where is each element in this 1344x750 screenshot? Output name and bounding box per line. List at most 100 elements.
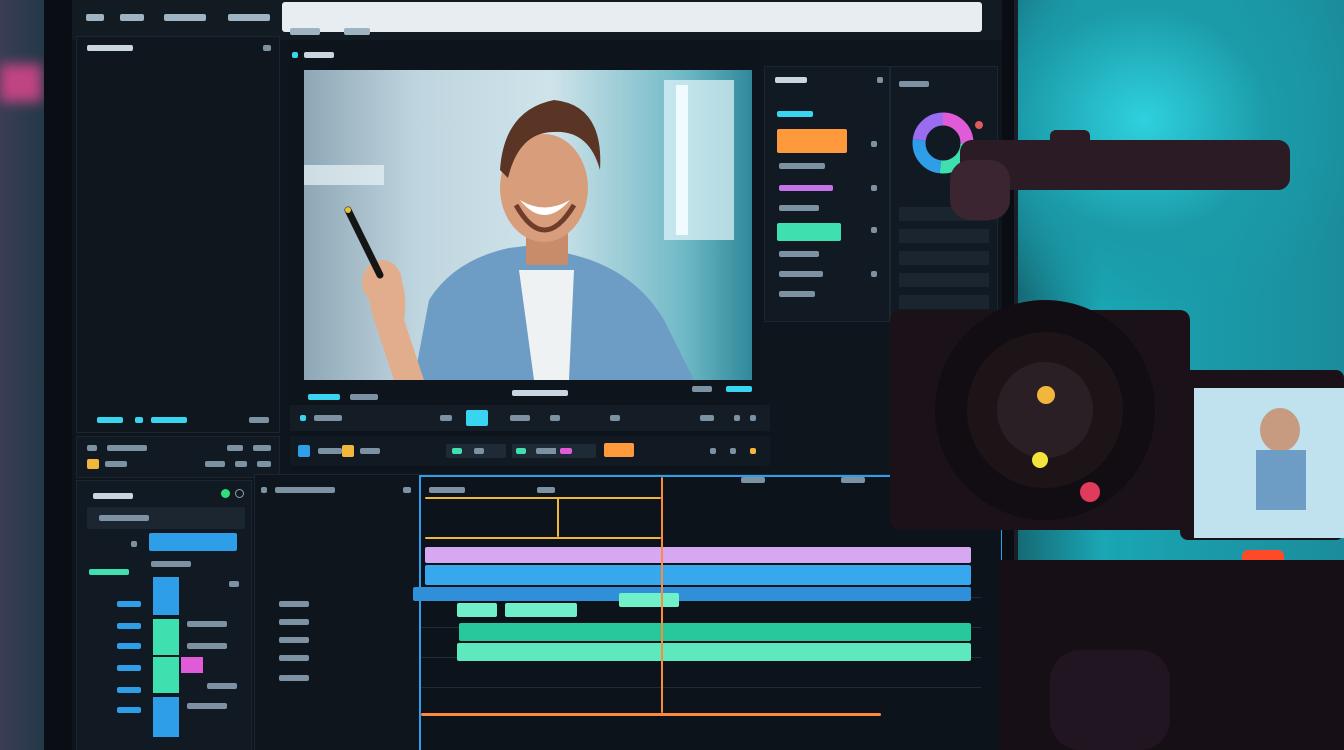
clip-swatch-green-1[interactable] (153, 619, 179, 655)
next-button[interactable] (510, 415, 530, 421)
ruler-label-1 (429, 487, 465, 493)
effect-item-7[interactable] (779, 271, 823, 277)
video-preview[interactable] (304, 70, 752, 380)
row-label-3 (117, 643, 141, 649)
search-field[interactable] (87, 507, 245, 529)
row-value-1 (187, 621, 227, 627)
effect-toggle-2[interactable] (871, 185, 877, 191)
person-figure (344, 100, 694, 380)
effect-item-6[interactable] (779, 251, 819, 257)
row-value-2 (187, 643, 227, 649)
panel-menu-icon[interactable] (263, 45, 271, 51)
effect-toggle-4[interactable] (871, 271, 877, 277)
effects-value-c (257, 461, 271, 467)
clip-swatch-blue[interactable] (153, 577, 179, 615)
inspector-row-label (89, 569, 129, 575)
timeline-icon[interactable] (261, 487, 267, 493)
effect-toggle-1[interactable] (871, 141, 877, 147)
tool-marker[interactable] (604, 443, 634, 457)
more-button[interactable] (750, 415, 756, 421)
pink-light-glow (0, 64, 42, 102)
loop-button[interactable] (550, 415, 560, 421)
tool-select[interactable] (298, 445, 310, 457)
row-value-4 (187, 703, 227, 709)
row-value-3 (207, 683, 237, 689)
tool-x[interactable] (710, 448, 716, 454)
effects-category (777, 111, 813, 117)
color-panel-title (899, 81, 929, 87)
viewer-icon (292, 52, 298, 58)
effects-btn-a[interactable] (227, 445, 243, 451)
effects-label (105, 461, 127, 467)
tool-z[interactable] (750, 448, 756, 454)
playhead[interactable] (661, 477, 663, 713)
effects-list-menu[interactable] (877, 77, 883, 83)
left-label-text-b (135, 417, 143, 423)
media-bin-title (87, 45, 133, 51)
color-indicator (975, 121, 983, 129)
effects-btn-b[interactable] (253, 445, 271, 451)
transport-bar (290, 405, 770, 431)
menu-item-4[interactable] (228, 10, 270, 24)
effects-title (107, 445, 147, 451)
tool-group-3[interactable] (556, 444, 596, 458)
tool-y[interactable] (730, 448, 736, 454)
menu-item-3[interactable] (164, 10, 206, 24)
effect-item-4[interactable] (779, 205, 819, 211)
effect-item-8[interactable] (779, 291, 815, 297)
effect-item-3[interactable] (779, 185, 833, 191)
effect-item-green[interactable] (777, 223, 841, 241)
effect-item-2[interactable] (779, 163, 825, 169)
fullscreen-button[interactable] (734, 415, 740, 421)
status-dot-icon (221, 489, 230, 498)
row-label-2 (117, 623, 141, 629)
clip-swatch-magenta[interactable] (181, 657, 203, 673)
settings-icon[interactable] (235, 489, 244, 498)
work-area-bar[interactable] (421, 713, 881, 716)
snap-icon[interactable] (300, 415, 306, 421)
menu-item-6[interactable] (344, 24, 370, 38)
mark-button[interactable] (610, 415, 620, 421)
tool-group-1[interactable] (446, 444, 506, 458)
track-label-1 (279, 601, 309, 607)
inspector-panel (76, 480, 252, 750)
left-label-meta (249, 417, 269, 423)
apply-button[interactable] (149, 533, 237, 551)
clip-green-1[interactable] (457, 603, 497, 617)
track-label-3 (279, 637, 309, 643)
marker-range-mid[interactable] (557, 497, 559, 537)
clip-swatch-green-2[interactable] (153, 657, 179, 693)
timecode-left (308, 394, 340, 400)
timeline-title (275, 487, 335, 493)
menu-item-5[interactable] (290, 24, 320, 38)
effect-item-orange[interactable] (777, 129, 847, 153)
timeline-menu[interactable] (403, 487, 411, 493)
volume-button[interactable] (700, 415, 714, 421)
marker-range-top[interactable] (425, 497, 661, 499)
expand-icon (131, 541, 137, 547)
marker-range-bottom[interactable] (425, 537, 661, 539)
effect-toggle-3[interactable] (871, 227, 877, 233)
tool-group-2-b (536, 448, 558, 454)
tool-select-label (318, 448, 342, 454)
menu-item-2[interactable] (120, 10, 144, 24)
row-label-1 (117, 601, 141, 607)
effects-list-title (775, 77, 807, 83)
play-button[interactable] (466, 410, 488, 426)
tool-blade[interactable] (342, 445, 354, 457)
timecode-right (692, 386, 712, 392)
menu-item-1[interactable] (86, 10, 104, 24)
clip-green-3[interactable] (619, 593, 679, 607)
effects-value-b (235, 461, 247, 467)
inspector-header-a (151, 561, 191, 567)
ruler-label-4 (841, 477, 865, 483)
effects-badge (87, 459, 99, 469)
clip-green-2[interactable] (505, 603, 577, 617)
inspector-title (93, 493, 133, 499)
tool-group-3-icon (560, 448, 572, 454)
clip-swatch-blue-2[interactable] (153, 697, 179, 737)
ruler-label-3 (741, 477, 765, 483)
tool-group-1-icon (452, 448, 462, 454)
prev-button[interactable] (440, 415, 452, 421)
left-label-text-a (97, 417, 123, 423)
